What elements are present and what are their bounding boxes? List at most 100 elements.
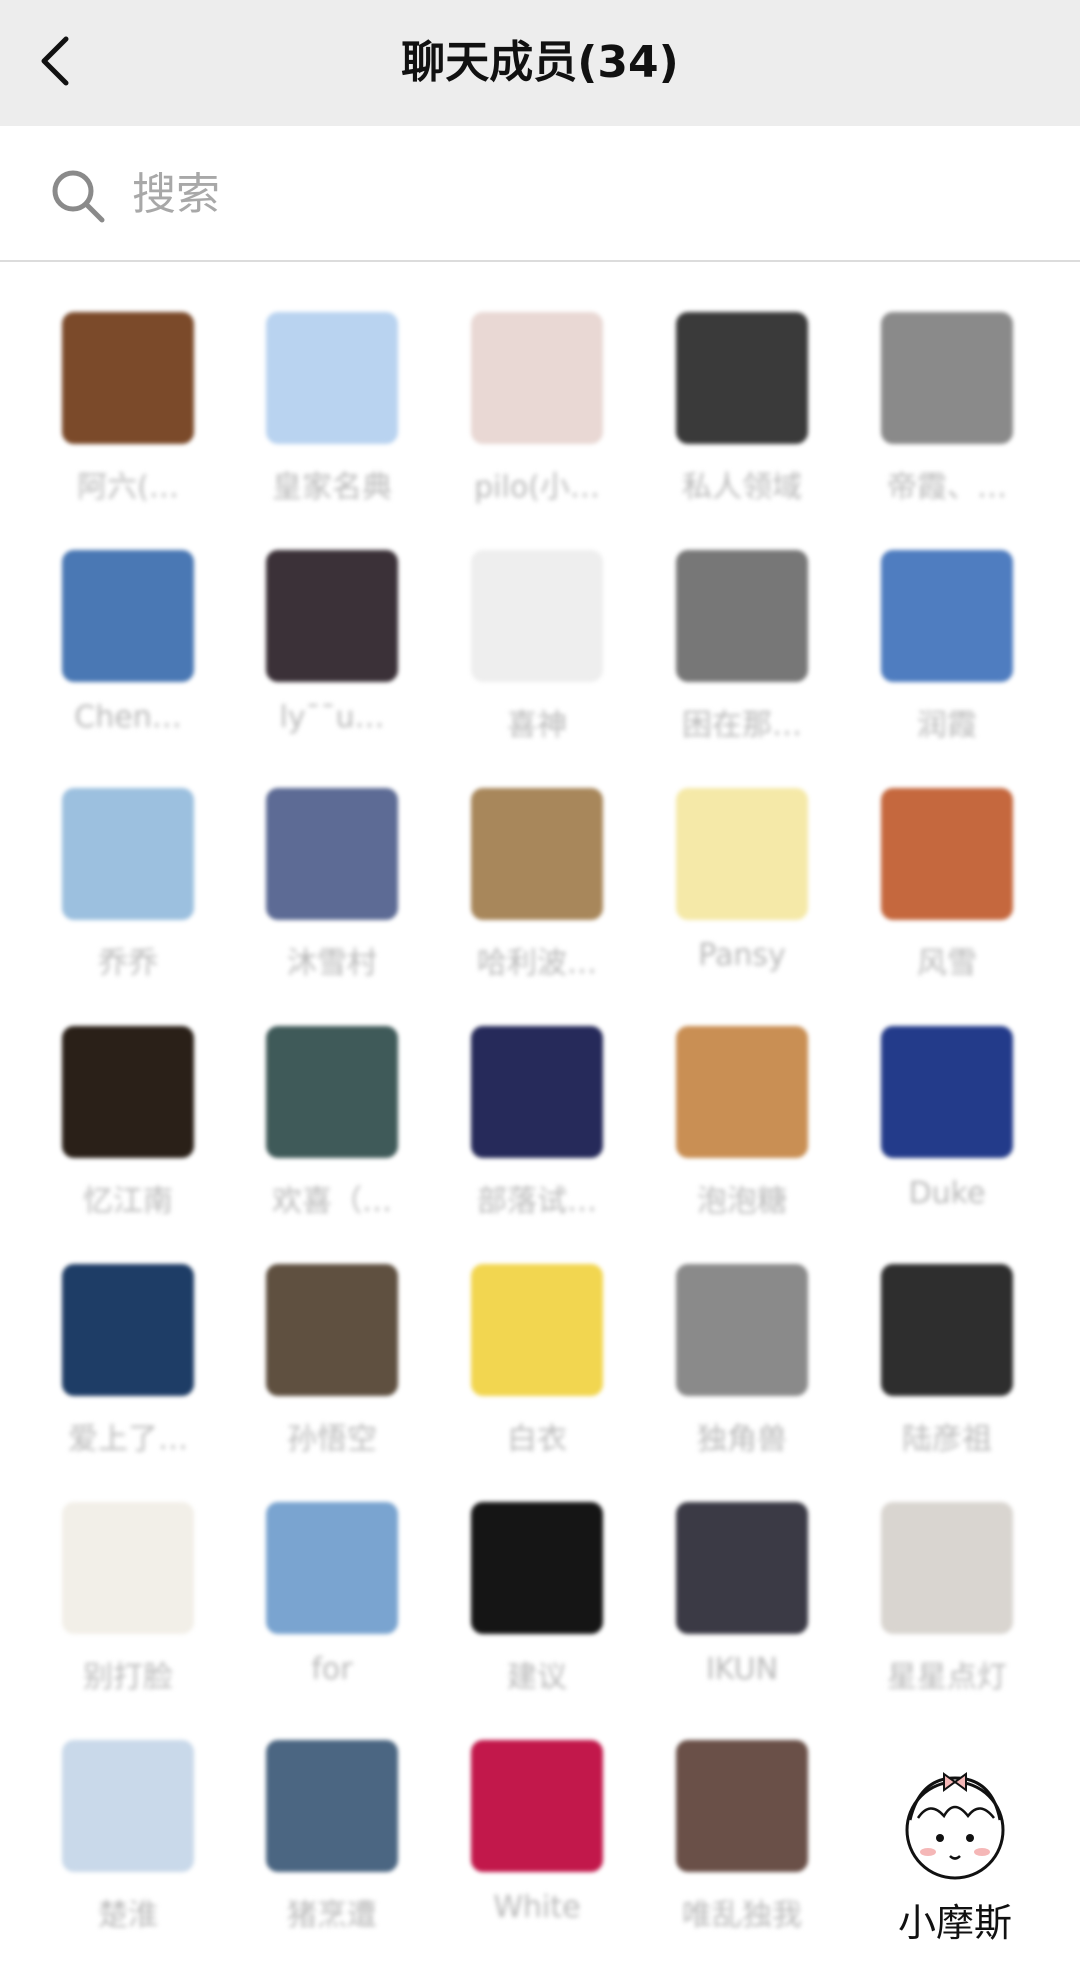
avatar[interactable] bbox=[471, 788, 603, 920]
avatar[interactable] bbox=[676, 312, 808, 444]
avatar[interactable] bbox=[471, 1740, 603, 1872]
search-bar[interactable] bbox=[0, 126, 1080, 262]
member-item[interactable]: 沐雪村 bbox=[252, 788, 412, 988]
avatar[interactable] bbox=[266, 1502, 398, 1634]
member-name: 哈利波… bbox=[477, 946, 597, 981]
avatar[interactable] bbox=[676, 550, 808, 682]
member-item[interactable]: Pansy bbox=[662, 788, 822, 988]
avatar[interactable] bbox=[881, 1026, 1013, 1158]
member-name: 别打脸 bbox=[83, 1660, 173, 1695]
member-item[interactable]: 私人领域 bbox=[662, 312, 822, 512]
member-name: 星星点灯 bbox=[887, 1660, 1007, 1695]
member-item[interactable]: Duke bbox=[867, 1026, 1027, 1226]
member-item[interactable]: for bbox=[252, 1502, 412, 1702]
member-item[interactable]: 哈利波… bbox=[457, 788, 617, 988]
member-name: 私人领域 bbox=[682, 470, 802, 505]
member-name: 喜神 bbox=[507, 708, 567, 743]
member-item[interactable]: 白衣 bbox=[457, 1264, 617, 1464]
member-name: Pansy bbox=[698, 938, 786, 973]
avatar[interactable] bbox=[62, 1740, 194, 1872]
member-item[interactable]: 楚淮 bbox=[48, 1740, 208, 1940]
avatar[interactable] bbox=[266, 1264, 398, 1396]
member-item[interactable]: 爱上了… bbox=[48, 1264, 208, 1464]
member-item[interactable]: 别打脸 bbox=[48, 1502, 208, 1702]
member-name: Chen… bbox=[74, 700, 182, 735]
search-icon bbox=[52, 170, 105, 223]
avatar[interactable] bbox=[881, 550, 1013, 682]
member-item[interactable]: IKUN bbox=[662, 1502, 822, 1702]
member-item[interactable]: 陆彦祖 bbox=[867, 1264, 1027, 1464]
member-item[interactable]: 泡泡糖 bbox=[662, 1026, 822, 1226]
member-item[interactable]: 部落试… bbox=[457, 1026, 617, 1226]
member-item[interactable]: 独角兽 bbox=[662, 1264, 822, 1464]
member-name: 建议 bbox=[507, 1660, 567, 1695]
member-item[interactable]: 风雪 bbox=[867, 788, 1027, 988]
avatar[interactable] bbox=[881, 788, 1013, 920]
avatar[interactable] bbox=[266, 1026, 398, 1158]
member-name: 困在那… bbox=[682, 708, 802, 743]
avatar[interactable] bbox=[471, 1026, 603, 1158]
member-item[interactable]: ly¯¯u… bbox=[252, 550, 412, 750]
avatar[interactable] bbox=[471, 1502, 603, 1634]
member-name: 风雪 bbox=[917, 946, 977, 981]
member-name: 部落试… bbox=[477, 1184, 597, 1219]
avatar[interactable] bbox=[471, 550, 603, 682]
member-grid: 阿六(… 皇家名典 pilo(小… 私人领域 帝霞、… Chen… ly¯¯u… 喜神 困在那…… bbox=[0, 262, 1080, 1987]
avatar[interactable] bbox=[266, 1740, 398, 1872]
member-name: 帝霞、… bbox=[887, 470, 1007, 505]
avatar[interactable] bbox=[676, 788, 808, 920]
avatar[interactable] bbox=[62, 1264, 194, 1396]
member-name: IKUN bbox=[705, 1652, 779, 1687]
member-name: 润霞 bbox=[917, 708, 977, 743]
avatar[interactable] bbox=[62, 788, 194, 920]
avatar[interactable] bbox=[676, 1502, 808, 1634]
member-name: White bbox=[493, 1890, 581, 1925]
watermark-text: 小摩斯 bbox=[897, 1901, 1012, 1945]
watermark: 小摩斯 bbox=[870, 1760, 1040, 1960]
member-name: 皇家名典 bbox=[272, 470, 392, 505]
member-item[interactable]: 猪烹遭 bbox=[252, 1740, 412, 1940]
avatar[interactable] bbox=[676, 1740, 808, 1872]
avatar[interactable] bbox=[62, 550, 194, 682]
member-item[interactable]: 唯乱独我 bbox=[662, 1740, 822, 1940]
top-bar: 聊天成员(34) bbox=[0, 0, 1080, 126]
member-name: 猪烹遭 bbox=[287, 1898, 377, 1933]
member-item[interactable]: 帝霞、… bbox=[867, 312, 1027, 512]
member-item[interactable]: 喜神 bbox=[457, 550, 617, 750]
avatar[interactable] bbox=[881, 1264, 1013, 1396]
member-item[interactable]: 阿六(… bbox=[48, 312, 208, 512]
avatar[interactable] bbox=[881, 1502, 1013, 1634]
member-item[interactable]: pilo(小… bbox=[457, 312, 617, 512]
avatar[interactable] bbox=[266, 788, 398, 920]
member-item[interactable]: 乔乔 bbox=[48, 788, 208, 988]
avatar[interactable] bbox=[62, 1502, 194, 1634]
avatar[interactable] bbox=[62, 312, 194, 444]
member-name: for bbox=[311, 1652, 353, 1687]
member-name: 陆彦祖 bbox=[902, 1422, 992, 1457]
avatar[interactable] bbox=[881, 312, 1013, 444]
member-name: 忆江南 bbox=[83, 1184, 173, 1219]
member-item[interactable]: 孙悟空 bbox=[252, 1264, 412, 1464]
avatar[interactable] bbox=[676, 1264, 808, 1396]
search-input[interactable] bbox=[130, 156, 1014, 232]
girl-logo-icon bbox=[905, 1772, 1005, 1880]
member-item[interactable]: 润霞 bbox=[867, 550, 1027, 750]
member-item[interactable]: 建议 bbox=[457, 1502, 617, 1702]
member-item[interactable]: 忆江南 bbox=[48, 1026, 208, 1226]
member-name: 沐雪村 bbox=[287, 946, 377, 981]
avatar[interactable] bbox=[266, 312, 398, 444]
member-name: pilo(小… bbox=[474, 470, 600, 505]
member-item[interactable]: 星星点灯 bbox=[867, 1502, 1027, 1702]
member-item[interactable]: White bbox=[457, 1740, 617, 1940]
avatar[interactable] bbox=[471, 312, 603, 444]
avatar[interactable] bbox=[471, 1264, 603, 1396]
avatar[interactable] bbox=[676, 1026, 808, 1158]
avatar[interactable] bbox=[266, 550, 398, 682]
member-item[interactable]: Chen… bbox=[48, 550, 208, 750]
member-item[interactable]: 皇家名典 bbox=[252, 312, 412, 512]
member-item[interactable]: 欢喜（… bbox=[252, 1026, 412, 1226]
avatar[interactable] bbox=[62, 1026, 194, 1158]
member-name: 白衣 bbox=[507, 1422, 567, 1457]
member-item[interactable]: 困在那… bbox=[662, 550, 822, 750]
member-name: 唯乱独我 bbox=[682, 1898, 802, 1933]
